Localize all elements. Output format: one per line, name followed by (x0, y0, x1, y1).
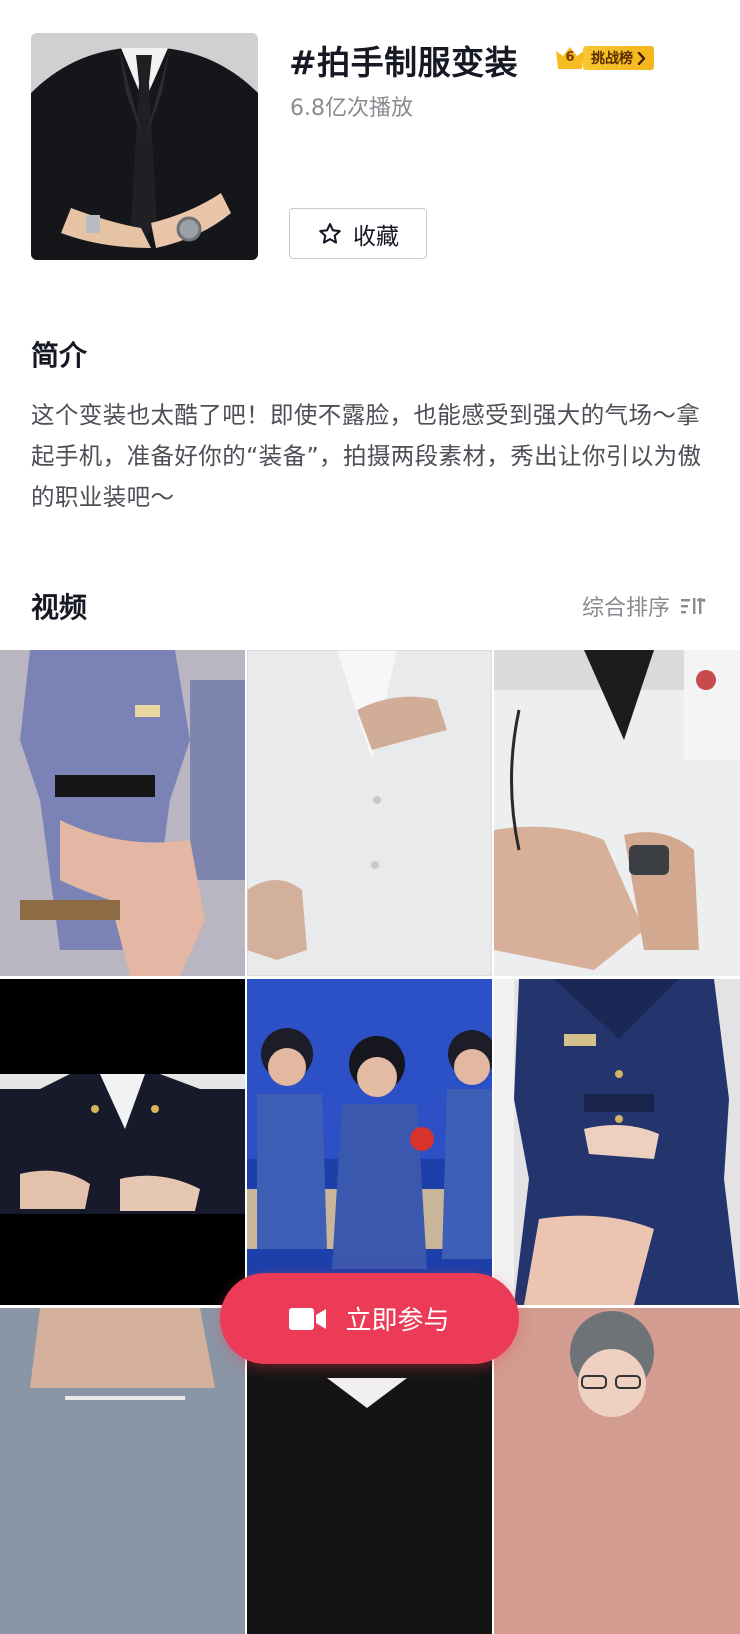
play-count: 6.8亿次播放 (290, 96, 413, 121)
video-thumbnail[interactable] (0, 1308, 245, 1634)
video-grid (0, 650, 740, 1634)
video-camera-icon (289, 1307, 327, 1330)
video-thumbnail[interactable] (0, 979, 245, 1305)
chevron-right-icon (637, 51, 646, 65)
challenge-rank-badge[interactable]: 6 挑战榜 (554, 45, 666, 71)
video-thumbnail[interactable] (494, 650, 740, 976)
video-thumbnail[interactable] (247, 650, 492, 976)
sort-dropdown[interactable]: 综合排序 (582, 590, 708, 622)
join-challenge-button[interactable]: 立即参与 (220, 1273, 519, 1364)
challenge-title: #拍手制服变装 (289, 43, 519, 82)
star-icon (319, 222, 341, 244)
rank-pill: 挑战榜 (583, 46, 654, 70)
videos-heading: 视频 (31, 591, 88, 624)
collect-button[interactable]: 收藏 (289, 208, 427, 259)
intro-description: 这个变装也太酷了吧！即使不露脸，也能感受到强大的气场～拿起手机，准备好你的“装备… (31, 401, 702, 511)
intro-heading: 简介 (31, 339, 88, 372)
video-thumbnail[interactable] (247, 979, 492, 1305)
collect-label: 收藏 (353, 223, 399, 250)
join-button-label: 立即参与 (345, 1306, 450, 1336)
video-thumbnail[interactable] (0, 650, 245, 976)
crown-icon: 6 (554, 45, 586, 71)
sort-label: 综合排序 (581, 596, 670, 621)
sort-icon (681, 598, 706, 614)
rank-number: 6 (565, 50, 575, 65)
video-thumbnail[interactable] (494, 1308, 740, 1634)
rank-label: 挑战榜 (591, 51, 633, 67)
challenge-cover-image (31, 33, 258, 260)
challenge-header: #拍手制服变装 6 挑战榜 6.8亿次播放 收藏 (0, 0, 740, 300)
video-thumbnail[interactable] (494, 979, 740, 1305)
